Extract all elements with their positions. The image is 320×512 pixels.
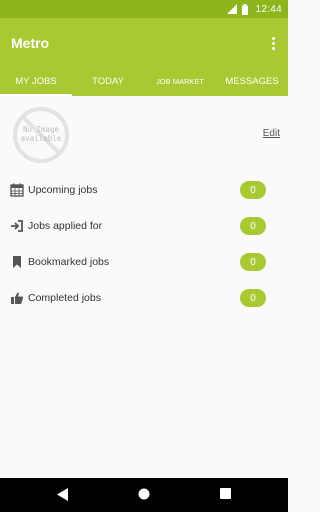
calendar-icon (10, 183, 24, 197)
list-item-completed-jobs[interactable]: Completed jobs 0 (0, 281, 288, 317)
list-item-label: Upcoming jobs (28, 184, 98, 196)
sign-in-icon (11, 220, 23, 232)
battery-icon (242, 3, 249, 15)
status-time: 12:44 (255, 3, 282, 15)
overflow-dot-icon (271, 46, 275, 50)
system-nav-bar (0, 478, 288, 512)
available-text: available (21, 134, 62, 143)
thumbs-up-icon (11, 292, 24, 304)
list-item-upcoming-jobs[interactable]: Upcoming jobs 0 (0, 173, 288, 209)
tab-messages[interactable]: MESSAGES (216, 66, 288, 96)
list-item-label: Completed jobs (28, 292, 101, 304)
edit-link[interactable]: Edit (263, 128, 280, 139)
overflow-dot-icon (271, 41, 275, 45)
status-bar: 12:44 (0, 0, 288, 18)
no-image-icon: No Image available (13, 107, 69, 163)
count-badge: 0 (240, 253, 266, 271)
back-icon[interactable] (57, 488, 69, 501)
list-item-jobs-applied[interactable]: Jobs applied for 0 (0, 209, 288, 245)
tab-job-market[interactable]: JOB MARKET (144, 66, 216, 96)
bookmark-icon (13, 256, 21, 268)
count-badge: 0 (240, 289, 266, 307)
count-badge: 0 (240, 181, 266, 199)
no-image-text: No Image (23, 125, 60, 134)
app-bar: Metro MY JOBS TODAY JOB MARKET MESSAGES (0, 18, 288, 96)
overflow-dot-icon (271, 36, 275, 40)
signal-icon (227, 4, 238, 14)
app-title: Metro (11, 35, 50, 51)
tab-bar: MY JOBS TODAY JOB MARKET MESSAGES (0, 66, 288, 96)
list-item-bookmarked-jobs[interactable]: Bookmarked jobs 0 (0, 245, 288, 281)
profile-image-placeholder[interactable]: No Image available (12, 106, 70, 164)
overflow-menu-button[interactable] (266, 34, 280, 52)
count-badge: 0 (240, 217, 266, 235)
home-icon[interactable] (138, 488, 150, 500)
tab-my-jobs[interactable]: MY JOBS (0, 66, 72, 96)
tab-today[interactable]: TODAY (72, 66, 144, 96)
list-item-label: Jobs applied for (28, 220, 103, 232)
list-item-label: Bookmarked jobs (28, 256, 110, 268)
recents-icon[interactable] (220, 488, 231, 499)
